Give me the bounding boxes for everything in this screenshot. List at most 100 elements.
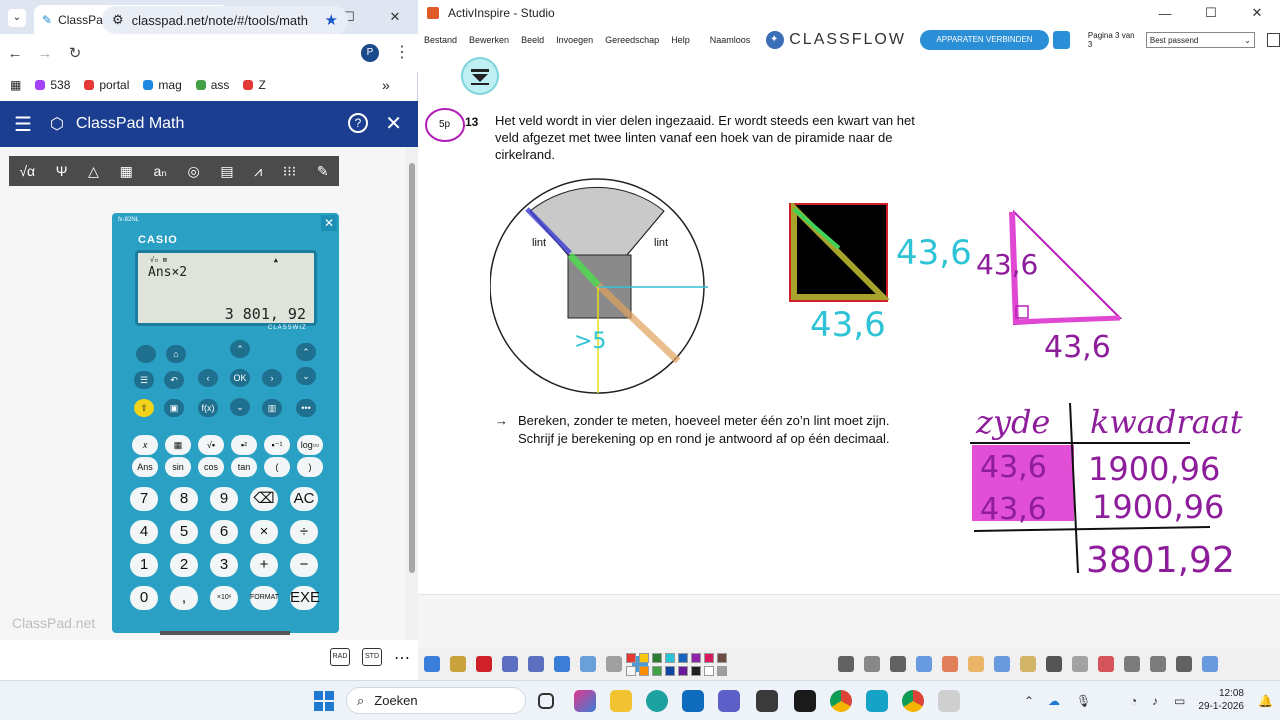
tab-search-button[interactable]: ⌄ <box>8 9 26 27</box>
calc-key-fkeys_row2-4[interactable]: ( <box>264 457 290 477</box>
color-swatch-9[interactable] <box>639 666 649 676</box>
toolbar-tool-5-icon[interactable] <box>554 656 570 672</box>
profile-avatar[interactable]: P <box>361 44 379 62</box>
calc-key-3-1[interactable]: , <box>170 586 198 610</box>
color-swatch-3[interactable] <box>665 653 675 663</box>
up-arrow-key[interactable]: ⌃ <box>230 340 250 358</box>
toolbar-collapse-icon[interactable] <box>460 56 500 96</box>
calc-key-fkeys_row1-0[interactable]: 𝑥 <box>132 435 158 455</box>
help-icon[interactable]: ? <box>348 113 368 133</box>
calc-key-2-0[interactable]: 1 <box>130 553 158 577</box>
toolbar-tool-1-icon[interactable] <box>450 656 466 672</box>
calc-key-fkeys_row1-1[interactable]: ▦ <box>165 435 191 455</box>
toolbar-right-tool-13-icon[interactable] <box>1176 656 1192 672</box>
classpad-tool-0-icon[interactable]: √α <box>19 163 35 179</box>
toolbar-right-tool-5-icon[interactable] <box>968 656 984 672</box>
task-view-icon[interactable] <box>538 693 554 709</box>
toolbar-right-tool-7-icon[interactable] <box>1020 656 1036 672</box>
show-hidden-icons[interactable]: ⌃ <box>1024 694 1034 708</box>
calculator-resize-bar[interactable] <box>160 631 290 635</box>
classpad-tool-5-icon[interactable]: ◎ <box>187 163 199 180</box>
bookmark-538[interactable]: 538 <box>35 78 70 92</box>
battery-icon[interactable]: ▭ <box>1174 694 1185 708</box>
color-swatch-1[interactable] <box>639 653 649 663</box>
calc-key-3-0[interactable]: 0 <box>130 586 158 610</box>
toolbar-tool-3-icon[interactable] <box>502 656 518 672</box>
devices-icon[interactable] <box>1053 31 1070 49</box>
toolbar-tool-0-icon[interactable] <box>424 656 440 672</box>
file-explorer-icon[interactable] <box>610 690 632 712</box>
ok-key[interactable]: OK <box>230 369 250 387</box>
calc-key-0-3[interactable]: ⌫ <box>250 487 278 511</box>
calc-key-2-4[interactable]: − <box>290 553 318 577</box>
page-up-key[interactable]: ⌃ <box>296 343 316 361</box>
color-swatch-13[interactable] <box>691 666 701 676</box>
std-button[interactable]: STD <box>362 648 382 666</box>
calc-key-3-4[interactable]: EXE <box>290 586 320 610</box>
toolbar-right-tool-14-icon[interactable] <box>1202 656 1218 672</box>
terminal-icon[interactable] <box>794 690 816 712</box>
onedrive-icon[interactable]: ☁ <box>1048 694 1060 708</box>
color-swatch-2[interactable] <box>652 653 662 663</box>
calc-key-1-1[interactable]: 5 <box>170 520 198 544</box>
calc-key-0-0[interactable]: 7 <box>130 487 158 511</box>
toolbar-right-tool-10-icon[interactable] <box>1098 656 1114 672</box>
windows-start-icon[interactable] <box>313 690 335 712</box>
forward-button[interactable]: → <box>30 45 60 62</box>
toolbar-right-tool-6-icon[interactable] <box>994 656 1010 672</box>
close-window-button[interactable]: ✕ <box>1234 0 1280 30</box>
chrome-profile-icon[interactable] <box>902 690 924 712</box>
menu-beeld[interactable]: Beeld <box>515 35 550 45</box>
color-swatch-15[interactable] <box>717 666 727 676</box>
classpad-app-icon[interactable] <box>866 690 888 712</box>
calc-key-fkeys_row1-2[interactable]: √▪ <box>198 435 224 455</box>
calc-key-3-2[interactable]: ×10ˣ <box>210 586 238 610</box>
activinspire-app-icon[interactable] <box>938 690 960 712</box>
site-info-icon[interactable]: ⚙ <box>112 12 124 28</box>
home-key[interactable]: ⌂ <box>166 345 186 363</box>
calc-key-fkeys_row2-0[interactable]: Ans <box>132 457 158 477</box>
menu-bewerken[interactable]: Bewerken <box>463 35 515 45</box>
toolbar-right-tool-8-icon[interactable] <box>1046 656 1062 672</box>
connect-devices-button[interactable]: APPARATEN VERBINDEN <box>919 30 1050 50</box>
toolbar-right-tool-0-icon[interactable] <box>838 656 854 672</box>
catalog-key[interactable]: ▥ <box>262 399 282 417</box>
calc-key-1-4[interactable]: ÷ <box>290 520 318 544</box>
calc-key-0-2[interactable]: 9 <box>210 487 238 511</box>
classpad-tool-1-icon[interactable]: Ψ <box>56 163 68 179</box>
menu-gereedschap[interactable]: Gereedschap <box>599 35 665 45</box>
notification-bell-icon[interactable]: 🔔 <box>1258 694 1273 708</box>
calc-key-fkeys_row2-2[interactable]: cos <box>198 457 224 477</box>
calculator-app-icon[interactable] <box>756 690 778 712</box>
chrome-icon[interactable] <box>830 690 852 712</box>
calc-key-fkeys_row2-3[interactable]: tan <box>231 457 257 477</box>
color-swatch-0[interactable] <box>626 653 636 663</box>
color-swatch-5[interactable] <box>691 653 701 663</box>
network-icon[interactable]: ◔ <box>1130 694 1137 708</box>
on-key[interactable] <box>136 345 156 363</box>
bookmark-mag[interactable]: mag <box>143 78 182 92</box>
menu-invoegen[interactable]: Invoegen <box>550 35 599 45</box>
toolbar-right-tool-1-icon[interactable] <box>864 656 880 672</box>
outlook-icon[interactable] <box>682 690 704 712</box>
toolbar-right-tool-9-icon[interactable] <box>1072 656 1088 672</box>
calc-key-2-1[interactable]: 2 <box>170 553 198 577</box>
calc-key-fkeys_row1-3[interactable]: ▪² <box>231 435 257 455</box>
bookmark-z[interactable]: Z <box>243 78 266 92</box>
calc-key-1-0[interactable]: 4 <box>130 520 158 544</box>
address-bar[interactable]: ⚙ classpad.net/note/#/tools/math ★ <box>102 6 348 34</box>
color-swatch-14[interactable] <box>704 666 714 676</box>
rad-button[interactable]: RAD <box>330 648 350 666</box>
calc-key-fkeys_row1-5[interactable]: log▫▫ <box>297 435 323 455</box>
toolbar-right-tool-11-icon[interactable] <box>1124 656 1140 672</box>
bookmarks-more-button[interactable]: » <box>382 77 390 93</box>
color-swatch-11[interactable] <box>665 666 675 676</box>
minimize-button[interactable]: — <box>1142 0 1188 30</box>
toolbar-tool-6-icon[interactable] <box>580 656 596 672</box>
calc-key-0-4[interactable]: AC <box>290 487 318 511</box>
toolbar-right-tool-2-icon[interactable] <box>890 656 906 672</box>
classpad-tool-9-icon[interactable]: ✎ <box>317 163 329 180</box>
hamburger-menu-icon[interactable]: ☰ <box>14 112 32 137</box>
calculator-close-button[interactable]: ✕ <box>321 215 337 231</box>
calc-key-1-3[interactable]: × <box>250 520 278 544</box>
